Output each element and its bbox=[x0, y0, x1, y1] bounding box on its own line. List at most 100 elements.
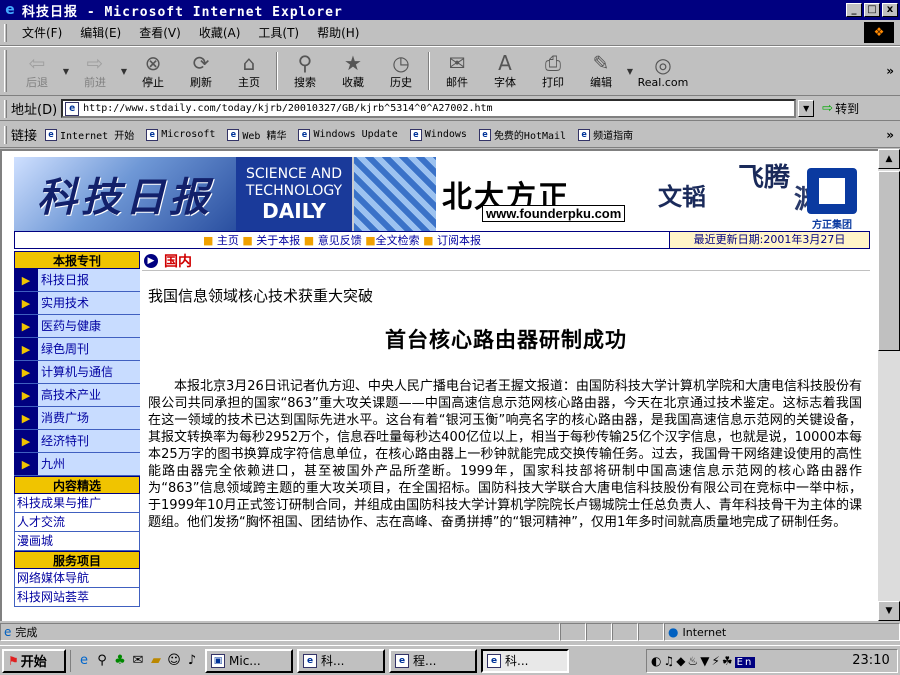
start-button[interactable]: ⚑ 开始 bbox=[2, 648, 66, 673]
forward-label: 前进 bbox=[84, 76, 106, 89]
menu-edit[interactable]: 编辑(E) bbox=[71, 24, 130, 41]
toolbar-grip[interactable] bbox=[4, 125, 7, 144]
favorites-icon: ★ bbox=[344, 51, 362, 75]
toolbar-grip[interactable] bbox=[4, 23, 7, 42]
sidebar-item-practical[interactable]: ▶ 实用技术 bbox=[14, 292, 140, 315]
link-hotmail[interactable]: e 免费的HotMail bbox=[478, 127, 566, 142]
forward-button[interactable]: ⇨ 前进 bbox=[71, 48, 119, 94]
stop-button[interactable]: ⊗ 停止 bbox=[129, 48, 177, 94]
triangle-icon: ▶ bbox=[14, 292, 38, 314]
menu-file[interactable]: 文件(F) bbox=[13, 24, 71, 41]
nav-links: ■ 主页 ■ 关于本报 ■ 意见反馈 ■全文检索 ■ 订阅本报 bbox=[202, 234, 482, 247]
menu-view[interactable]: 查看(V) bbox=[130, 24, 190, 41]
link-web-best[interactable]: e Web 精华 bbox=[227, 127, 286, 142]
toolbar-grip[interactable] bbox=[4, 99, 7, 118]
mail-button[interactable]: ✉ 邮件 bbox=[433, 48, 481, 94]
taskbar-item[interactable]: ▣ Mic... bbox=[205, 648, 293, 673]
mail-quicklaunch-icon[interactable]: ✉ bbox=[129, 653, 147, 668]
link-channel-guide[interactable]: e 频道指南 bbox=[578, 127, 633, 142]
link-microsoft[interactable]: e Microsoft bbox=[146, 128, 215, 141]
address-dropdown-button[interactable]: ▼ bbox=[798, 100, 815, 117]
sidebar-item-jiuzhou[interactable]: ▶ 九州 bbox=[14, 453, 140, 476]
vertical-scrollbar[interactable]: ▲ ▼ bbox=[878, 149, 900, 621]
forward-dropdown-icon[interactable]: ▼ bbox=[119, 67, 129, 76]
taskbar-item[interactable]: e 科... bbox=[297, 648, 385, 673]
title-bar[interactable]: e 科技日报 - Microsoft Internet Explorer _ □… bbox=[0, 0, 900, 20]
maximize-button[interactable]: □ bbox=[864, 3, 880, 17]
windows-taskbar: ⚑ 开始 e ⚲ ♣ ✉ ▰ ☺ ♪ ▣ Mic... e 科... e 程... e… bbox=[0, 645, 900, 675]
sidebar-item-consumer[interactable]: ▶ 消费广场 bbox=[14, 407, 140, 430]
edit-button[interactable]: ✎ 编辑 bbox=[577, 48, 625, 94]
window-icon: ▣ bbox=[211, 653, 225, 668]
search-icon: ⚲ bbox=[297, 51, 313, 75]
font-button[interactable]: A 字体 bbox=[481, 48, 529, 94]
sidebar-service-sites[interactable]: 科技网站荟萃 bbox=[14, 588, 140, 607]
search-quicklaunch-icon[interactable]: ⚲ bbox=[93, 653, 111, 668]
favorites-button[interactable]: ★ 收藏 bbox=[329, 48, 377, 94]
nav-subscribe-link[interactable]: 订阅本报 bbox=[437, 234, 481, 247]
link-windows-update[interactable]: e Windows Update bbox=[298, 128, 398, 141]
sidebar-item-economy[interactable]: ▶ 经济特刊 bbox=[14, 430, 140, 453]
nav-feedback-link[interactable]: 意见反馈 bbox=[318, 234, 362, 247]
home-button[interactable]: ⌂ 主页 bbox=[225, 48, 273, 94]
founder-ad-banner[interactable]: 北大方正 www.founderpku.com 文韬 飞腾 渊博 方正集团 bbox=[352, 157, 870, 231]
nav-about-link[interactable]: 关于本报 bbox=[256, 234, 300, 247]
address-input[interactable]: e http://www.stdaily.com/today/kjrb/2001… bbox=[61, 99, 797, 118]
window-title: 科技日报 - Microsoft Internet Explorer bbox=[22, 4, 343, 20]
tray-icons[interactable]: ◐♫◆♨▼⚡☘ En bbox=[651, 654, 845, 668]
edit-label: 编辑 bbox=[590, 76, 612, 89]
newspaper-logo[interactable]: 科技日报 bbox=[14, 157, 236, 231]
menu-help[interactable]: 帮助(H) bbox=[308, 24, 368, 41]
nav-home-link[interactable]: 主页 bbox=[217, 234, 239, 247]
search-button[interactable]: ⚲ 搜索 bbox=[281, 48, 329, 94]
media-quicklaunch-icon[interactable]: ♪ bbox=[183, 653, 201, 668]
nav-search-link[interactable]: 全文检索 bbox=[376, 234, 420, 247]
scroll-down-button[interactable]: ▼ bbox=[878, 601, 900, 621]
toolbar-more-icon[interactable]: » bbox=[886, 64, 894, 78]
ie-window-icon: e bbox=[395, 653, 409, 668]
sidebar-item-hightech[interactable]: ▶ 高技术产业 bbox=[14, 384, 140, 407]
sidebar-service-media-nav[interactable]: 网络媒体导航 bbox=[14, 569, 140, 588]
triangle-icon: ▶ bbox=[14, 338, 38, 360]
menu-favorites[interactable]: 收藏(A) bbox=[190, 24, 250, 41]
sidebar-pick-talent[interactable]: 人才交流 bbox=[14, 513, 140, 532]
ime-indicator[interactable]: En bbox=[734, 656, 756, 668]
edit-dropdown-icon[interactable]: ▼ bbox=[625, 67, 635, 76]
sidebar-pick-comics[interactable]: 漫画城 bbox=[14, 532, 140, 551]
tree-quicklaunch-icon[interactable]: ♣ bbox=[111, 653, 129, 668]
real-button[interactable]: ◎ Real.com bbox=[635, 48, 691, 94]
sidebar-item-green[interactable]: ▶ 绿色周刊 bbox=[14, 338, 140, 361]
menu-tools[interactable]: 工具(T) bbox=[249, 24, 308, 41]
sidebar-pick-achievements[interactable]: 科技成果与推广 bbox=[14, 494, 140, 513]
go-button[interactable]: ⇨ 转到 bbox=[822, 100, 859, 117]
minimize-button[interactable]: _ bbox=[846, 3, 862, 17]
chat-quicklaunch-icon[interactable]: ☺ bbox=[165, 653, 183, 668]
triangle-icon: ▶ bbox=[14, 453, 38, 475]
close-button[interactable]: x bbox=[882, 3, 898, 17]
clock[interactable]: 23:10 bbox=[845, 653, 897, 668]
sidebar-item-computer[interactable]: ▶ 计算机与通信 bbox=[14, 361, 140, 384]
link-windows[interactable]: e Windows bbox=[409, 128, 467, 141]
print-button[interactable]: ⎙ 打印 bbox=[529, 48, 577, 94]
back-button[interactable]: ⇦ 后退 bbox=[13, 48, 61, 94]
folder-quicklaunch-icon[interactable]: ▰ bbox=[147, 653, 165, 668]
history-button[interactable]: ◷ 历史 bbox=[377, 48, 425, 94]
toolbar-grip[interactable] bbox=[4, 50, 7, 92]
section-name: 国内 bbox=[164, 253, 192, 270]
address-bar: 地址(D) e http://www.stdaily.com/today/kjr… bbox=[0, 97, 900, 121]
ie-quicklaunch-icon[interactable]: e bbox=[75, 653, 93, 668]
sidebar-item-kjrb[interactable]: ▶ 科技日报 bbox=[14, 269, 140, 292]
history-icon: ◷ bbox=[392, 51, 410, 75]
font-label: 字体 bbox=[494, 76, 516, 89]
site-nav: ■ 主页 ■ 关于本报 ■ 意见反馈 ■全文检索 ■ 订阅本报 最近更新日期:2… bbox=[14, 231, 870, 249]
refresh-button[interactable]: ⟳ 刷新 bbox=[177, 48, 225, 94]
links-more-icon[interactable]: » bbox=[886, 128, 894, 142]
back-dropdown-icon[interactable]: ▼ bbox=[61, 67, 71, 76]
taskbar-item-active[interactable]: e 科... bbox=[481, 648, 569, 673]
sidebar-item-health[interactable]: ▶ 医药与健康 bbox=[14, 315, 140, 338]
quick-launch: e ⚲ ♣ ✉ ▰ ☺ ♪ bbox=[70, 649, 201, 672]
scroll-thumb[interactable] bbox=[878, 171, 900, 351]
link-internet-start[interactable]: e Internet 开始 bbox=[45, 127, 134, 142]
scroll-up-button[interactable]: ▲ bbox=[878, 149, 900, 169]
taskbar-item[interactable]: e 程... bbox=[389, 648, 477, 673]
